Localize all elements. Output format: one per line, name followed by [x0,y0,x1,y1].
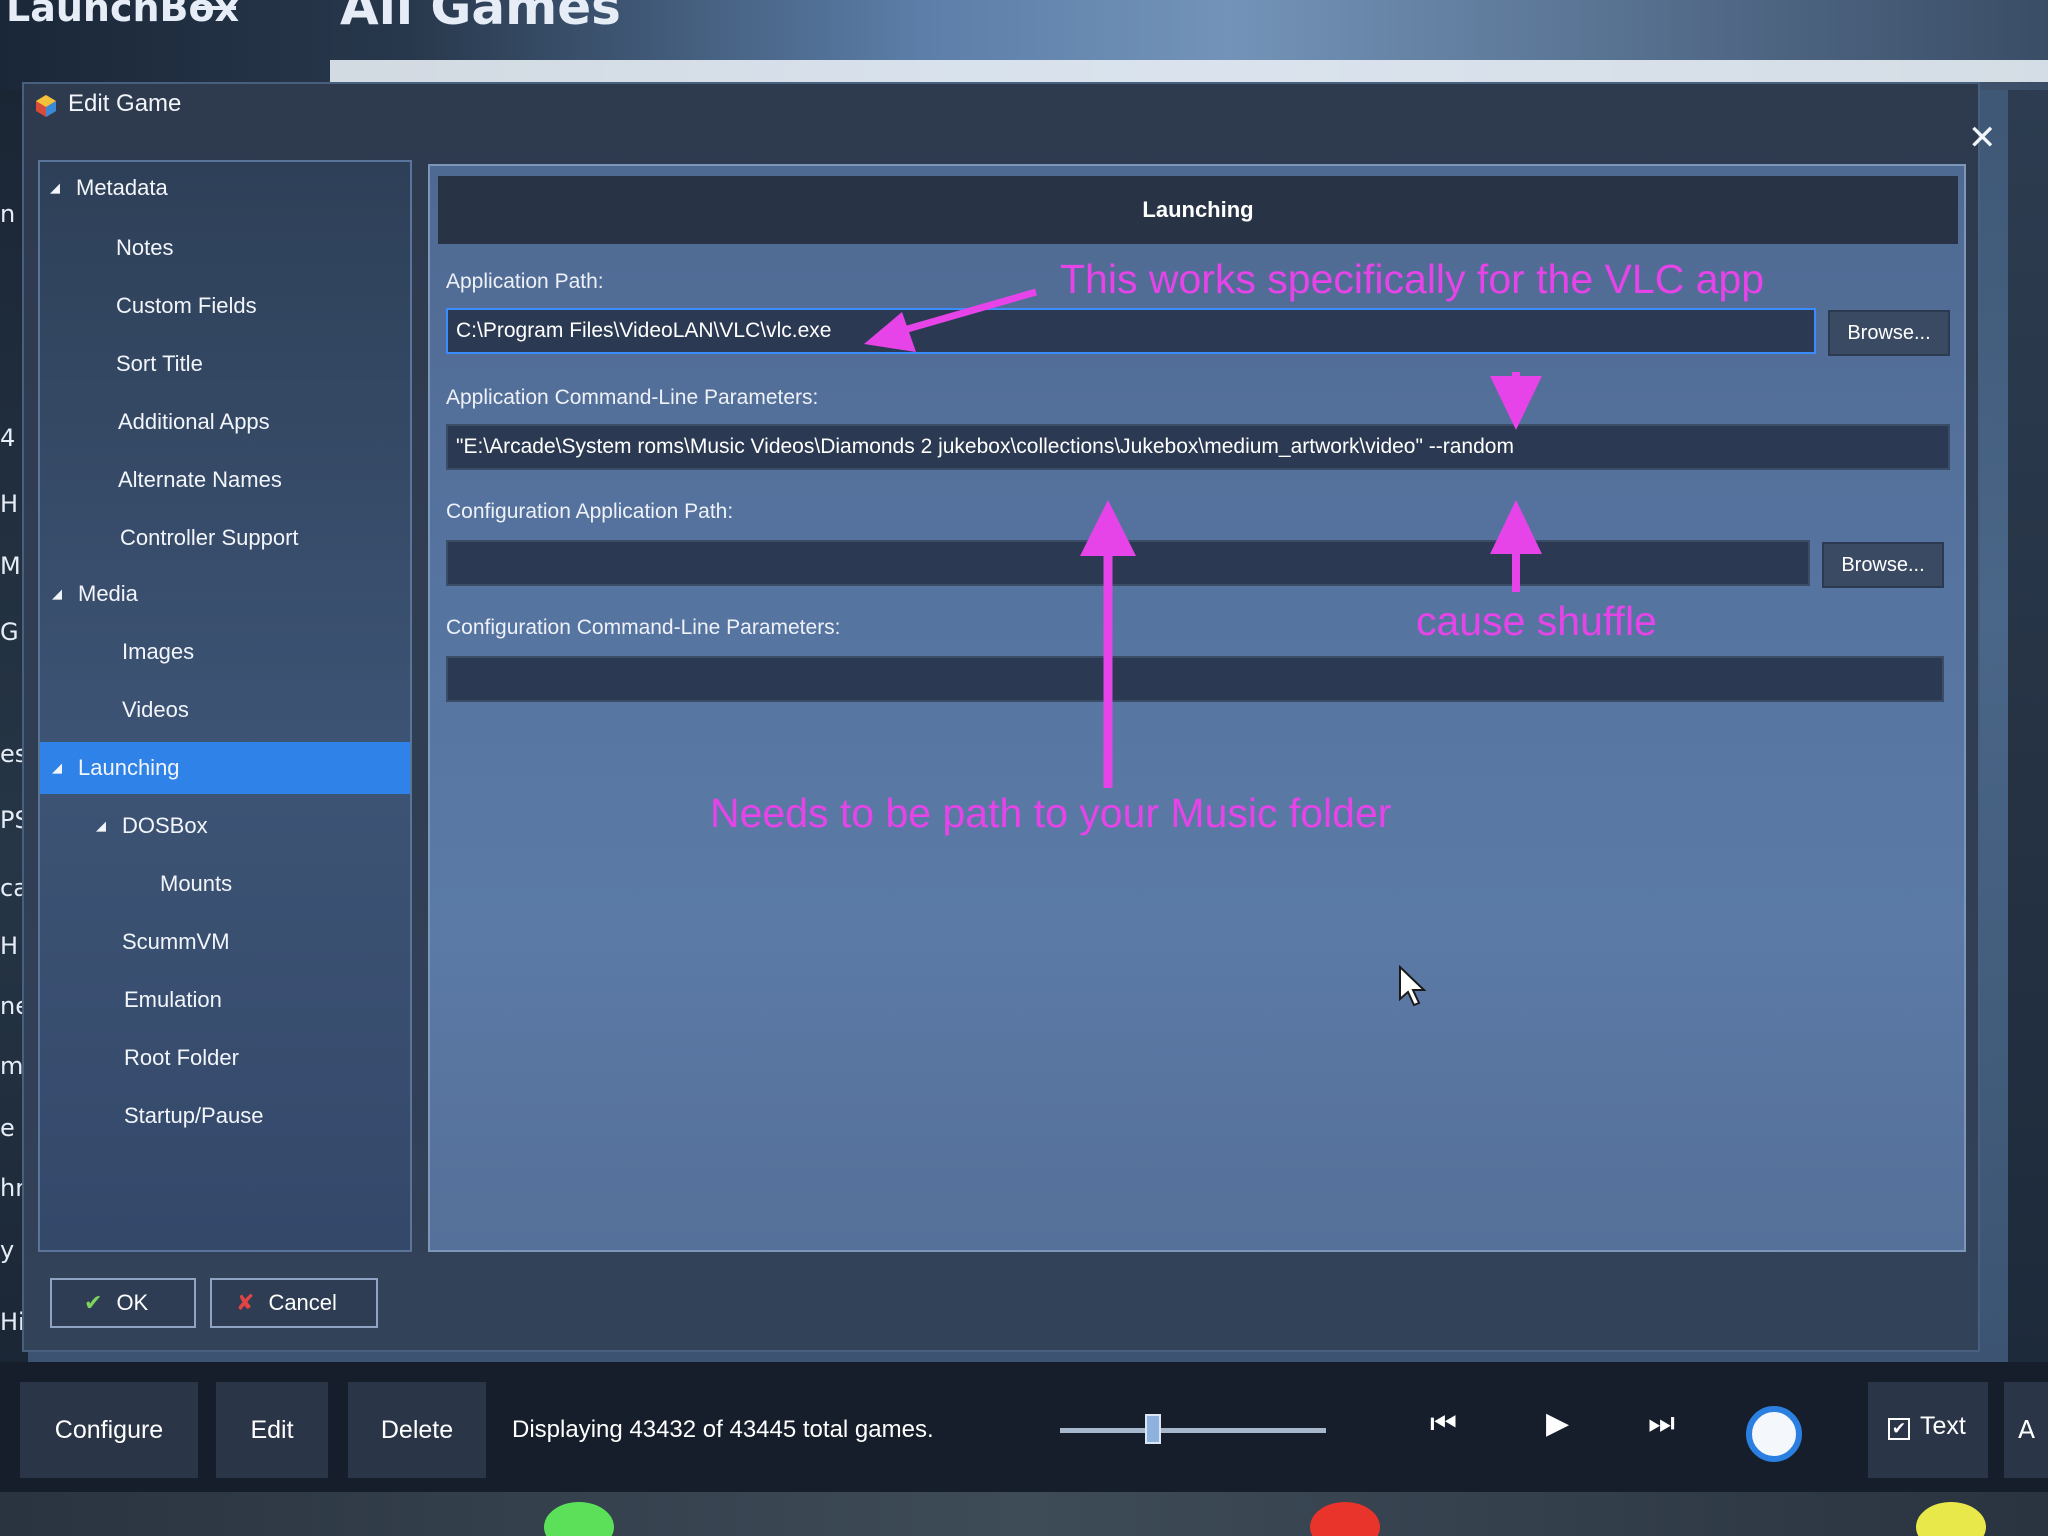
configuration-application-path-input[interactable] [446,540,1810,586]
nav-item-videos[interactable]: Videos [122,684,189,736]
nav-item-scummvm[interactable]: ScummVM [122,916,230,968]
background-fragment: m [0,1052,24,1080]
background-fragment: H [0,490,19,518]
configuration-application-path-label: Configuration Application Path: [446,500,734,523]
nav-item-alternate-names[interactable]: Alternate Names [118,454,282,506]
text-toggle-label: Text [1920,1412,1966,1440]
nav-item-dosbox[interactable]: ◢ DOSBox [96,800,208,852]
nav-item-sort-title[interactable]: Sort Title [116,338,203,390]
application-path-label: Application Path: [446,270,604,293]
nav-item-mounts[interactable]: Mounts [160,858,232,910]
text-toggle[interactable]: ✔ Text [1868,1382,1988,1478]
nav-item-root-folder[interactable]: Root Folder [124,1032,239,1084]
nav-item-label: Media [78,581,138,606]
play-icon[interactable]: ▶ [1546,1406,1569,1441]
configuration-command-line-parameters-label: Configuration Command-Line Parameters: [446,616,841,639]
nav-item-emulation[interactable]: Emulation [124,974,222,1026]
nav-item-startup-pause[interactable]: Startup/Pause [124,1090,263,1142]
configuration-command-line-parameters-input[interactable] [446,656,1944,702]
nav-item-media[interactable]: ◢ Media [52,568,402,620]
ok-button[interactable]: ✔ OK [50,1278,196,1328]
configure-button[interactable]: Configure [20,1382,198,1478]
games-count-status: Displaying 43432 of 43445 total games. [512,1416,934,1443]
music-folder-annotation: Needs to be path to your Music folder [710,790,1392,836]
bottom-toolbar: Configure Edit Delete Displaying 43432 o… [0,1362,2048,1492]
application-path-browse-button[interactable]: Browse... [1828,310,1950,356]
background-bottom-strip [0,1492,2048,1536]
nav-item-notes[interactable]: Notes [116,222,173,274]
background-right-edge [2008,90,2048,1370]
command-line-parameters-input[interactable]: "E:\Arcade\System roms\Music Videos\Diam… [446,424,1950,470]
nav-item-label: DOSBox [122,813,208,838]
panel-header: Launching [438,176,1958,244]
delete-button[interactable]: Delete [348,1382,486,1478]
nav-item-additional-apps[interactable]: Additional Apps [118,396,270,448]
background-fragment: G [0,618,19,646]
nav-item-label: Metadata [76,175,168,200]
background-fragment: y [0,1236,15,1264]
expand-arrow-icon[interactable]: ◢ [52,568,78,620]
background-fragment: n [0,200,16,228]
nav-item-controller-support[interactable]: Controller Support [120,512,299,564]
application-path-input[interactable]: C:\Program Files\VideoLAN\VLC\vlc.exe [446,308,1816,354]
nav-item-label: Launching [78,755,180,780]
mouse-cursor-icon [1399,965,1427,1007]
background-fragment: 4 [0,424,16,452]
command-line-parameters-label: Application Command-Line Parameters: [446,386,819,409]
edit-button[interactable]: Edit [216,1382,328,1478]
nav-item-launching[interactable]: ◢ Launching [40,742,410,794]
launching-panel: Launching Application Path: C:\Program F… [428,164,1966,1252]
dialog-title: Edit Game [68,90,182,117]
zoom-slider-track[interactable] [1060,1428,1326,1433]
nav-item-custom-fields[interactable]: Custom Fields [116,280,257,332]
background-fragment: H [0,932,19,960]
hamburger-menu-icon[interactable] [196,0,236,10]
next-track-icon[interactable]: ⏭ [1648,1406,1675,1441]
truncated-toolbar-button[interactable]: A [2004,1382,2048,1478]
checkmark-icon: ✔ [84,1290,103,1315]
shuffle-annotation: cause shuffle [1416,598,1657,644]
background-fragment: Hi [0,1308,25,1336]
text-toggle-checkbox[interactable]: ✔ [1888,1418,1910,1440]
background-fragment: M [0,552,21,580]
cancel-button-label: Cancel [268,1290,337,1315]
background-heading: All Games [340,0,621,36]
cancel-button[interactable]: ✘ Cancel [210,1278,378,1328]
expand-arrow-icon[interactable]: ◢ [52,742,78,794]
close-icon[interactable]: ✕ [1968,118,1997,158]
zoom-slider-handle[interactable] [1145,1414,1162,1444]
configuration-path-browse-button[interactable]: Browse... [1822,542,1944,588]
launchbox-logo-icon [36,95,56,117]
nav-item-metadata[interactable]: ◢ Metadata [50,162,400,214]
vlc-annotation: This works specifically for the VLC app [1060,256,1765,302]
volume-knob[interactable] [1746,1406,1802,1462]
nav-item-images[interactable]: Images [122,626,194,678]
ok-button-label: OK [116,1290,149,1315]
previous-track-icon[interactable]: ⏮ [1430,1406,1457,1441]
background-list-strip [330,60,2048,82]
cancel-x-icon: ✘ [236,1290,255,1315]
edit-game-nav-tree: ◢ Metadata Notes Custom Fields Sort Title… [38,160,412,1252]
expand-arrow-icon[interactable]: ◢ [50,162,76,214]
expand-arrow-icon[interactable]: ◢ [96,800,122,852]
